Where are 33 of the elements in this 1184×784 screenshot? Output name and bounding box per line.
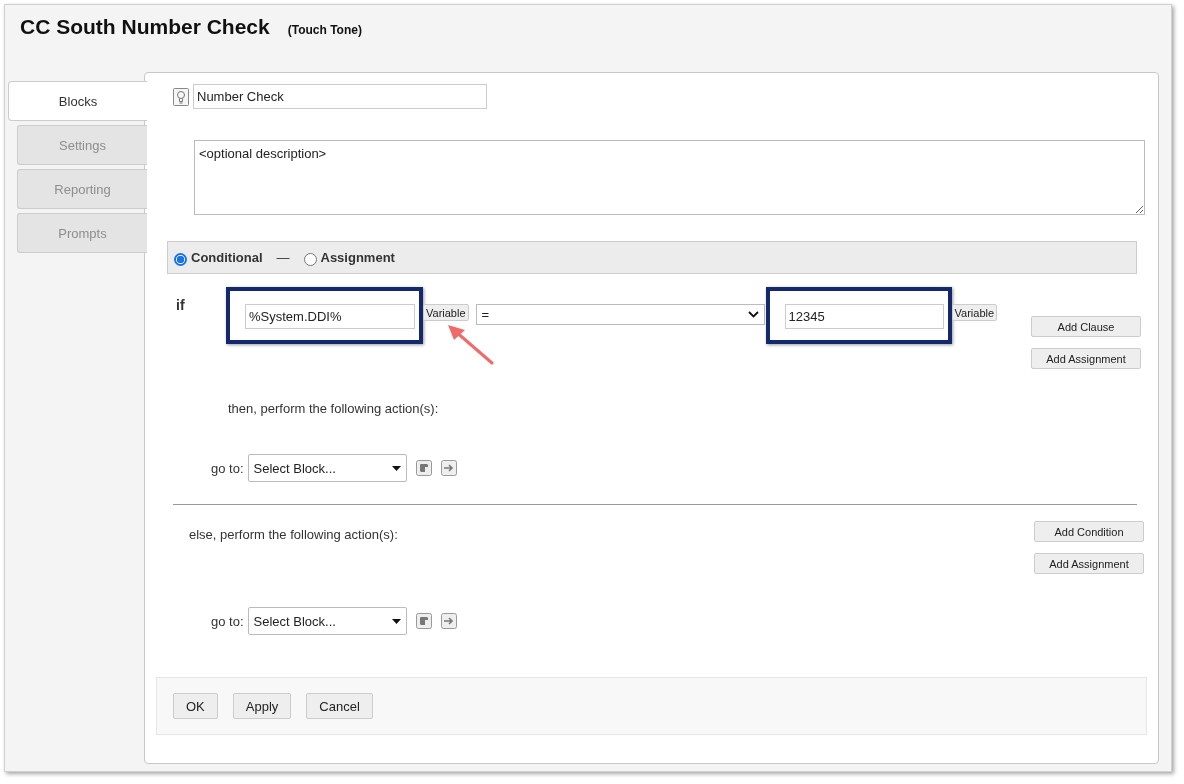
add-button[interactable]: Add Assignment	[1034, 553, 1144, 574]
goto-label: go to:	[211, 460, 244, 476]
variable-button[interactable]: Variable	[951, 304, 998, 321]
operator-dropdown[interactable]: =	[475, 304, 765, 325]
variable-button[interactable]: Variable	[423, 304, 469, 321]
tab[interactable]: Blocks	[8, 81, 147, 121]
if-keyword: if	[176, 296, 186, 313]
chevron-icon	[747, 311, 759, 318]
window-subtitle: (Touch Tone)	[287, 23, 362, 37]
then-label: then, perform the following action(s):	[228, 401, 440, 416]
else-label: else, perform the following action(s):	[189, 526, 398, 542]
block-dropdown[interactable]: Select Block...	[247, 607, 407, 635]
add-button[interactable]: Add Condition	[1034, 521, 1144, 542]
mode-radio[interactable]: Assignment	[303, 250, 395, 265]
add-button[interactable]: Add Clause	[1031, 316, 1141, 337]
caret-icon	[391, 465, 401, 471]
caret-icon	[391, 618, 401, 624]
operand-field[interactable]: %System.DDI%	[245, 304, 415, 329]
block-name-field[interactable]: Number Check	[193, 84, 487, 109]
block-icon[interactable]	[415, 460, 432, 476]
lightbulb-icon	[173, 87, 189, 106]
footer-button[interactable]: Cancel	[306, 693, 373, 719]
block-icon[interactable]	[415, 613, 432, 629]
footer-button[interactable]: OK	[173, 693, 218, 719]
window-title: CC South Number Check	[20, 15, 270, 39]
goto-label: go to:	[211, 613, 244, 629]
operand-field[interactable]: 12345	[784, 304, 944, 329]
add-button[interactable]: Add Assignment	[1031, 348, 1141, 369]
description-field[interactable]: <optional description>	[194, 140, 1145, 215]
block-dropdown[interactable]: Select Block...	[247, 454, 407, 482]
separator-dash: —	[276, 250, 290, 265]
footer-button[interactable]: Apply	[232, 693, 292, 719]
mode-radio[interactable]: Conditional	[174, 250, 263, 265]
